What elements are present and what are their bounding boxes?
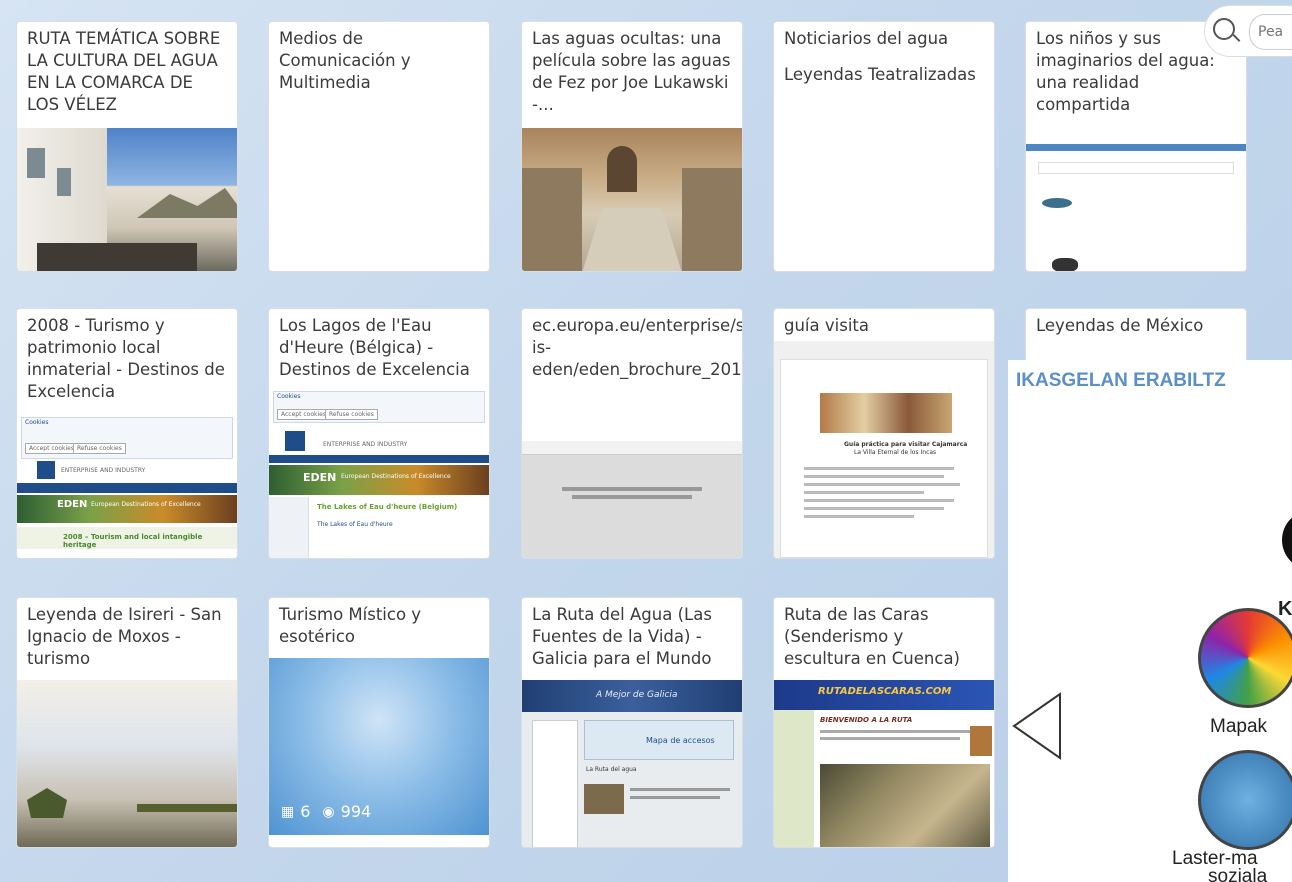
card-thumbnail: A Mejor de Galicia Mapa de accesos La Ru… xyxy=(522,680,742,847)
color-wheel-icon[interactable] xyxy=(1198,608,1292,708)
card-thumbnail: ▦ 6 ◉ 994 xyxy=(269,658,489,835)
cookies-label: Cookies xyxy=(277,393,301,400)
card-thumbnail xyxy=(1026,128,1246,271)
card-eden-brochure[interactable]: ec.europa.eu/enterprise/sectors/tourism/… xyxy=(521,308,743,559)
card-title: guía visita xyxy=(784,316,869,335)
view-count: 994 xyxy=(340,802,372,821)
card-thumbnail xyxy=(522,441,742,558)
card-noticiarios[interactable]: Noticiarios del agua Leyendas Teatraliza… xyxy=(773,21,995,272)
page-subheading: The Lakes of Eau d'heure xyxy=(317,521,393,528)
search-bar[interactable] xyxy=(1204,5,1292,57)
eye-icon: ◉ xyxy=(322,803,335,820)
page-heading: The Lakes of Eau d'heure (Belgium) xyxy=(317,503,458,511)
card-subtitle: Leyendas Teatralizadas xyxy=(784,65,976,84)
card-thumbnail: RUTADELASCARAS.COM BIENVENIDO A LA RUTA xyxy=(774,680,994,847)
cookies-label: Cookies xyxy=(25,419,49,426)
item-count: 6 xyxy=(300,802,311,821)
card-thumbnail: Guía práctica para visitar Cajamarca La … xyxy=(774,341,994,558)
doc-subtitle: La Villa Eternal de los Incas xyxy=(854,449,937,456)
card-title: Leyendas de México xyxy=(1036,316,1204,335)
refuse-cookies-button: Refuse cookies xyxy=(73,443,126,454)
card-title: Los Lagos de l'Eau d'Heure (Bélgica) - D… xyxy=(279,316,470,379)
soziala-label[interactable]: soziala xyxy=(1208,866,1267,882)
card-title: La Ruta del Agua (Las Fuentes de la Vida… xyxy=(532,605,712,668)
orb-letter-k: K xyxy=(1278,598,1292,620)
mapak-label[interactable]: Mapak xyxy=(1210,716,1267,738)
side-overlay: IKASGELAN ERABILTZ K Mapak Laster-ma soz… xyxy=(1008,360,1292,882)
card-title: Noticiarios del agua xyxy=(784,29,949,48)
map-link: Mapa de accesos xyxy=(646,736,715,745)
card-title: Leyenda de Isireri - San Ignacio de Moxo… xyxy=(27,605,222,668)
card-title: Ruta de las Caras (Senderismo y escultur… xyxy=(784,605,960,668)
card-thumbnail: Cookies Accept cookies Refuse cookies EN… xyxy=(269,389,489,558)
eden-logo: EDEN xyxy=(303,471,337,484)
card-ruta-agua-galicia[interactable]: La Ruta del Agua (Las Fuentes de la Vida… xyxy=(521,597,743,848)
card-thumbnail: Cookies Accept cookies Refuse cookies EN… xyxy=(17,415,237,558)
card-title: RUTA TEMÁTICA SOBRE LA CULTURA DEL AGUA … xyxy=(27,29,221,114)
card-thumbnail xyxy=(17,128,237,271)
card-title: Turismo Místico y esotérico xyxy=(279,605,422,646)
overlay-heading: IKASGELAN ERABILTZ xyxy=(1016,370,1226,391)
card-medios-comunicacion[interactable]: Medios de Comunicación y Multimedia xyxy=(268,21,490,272)
card-title: Las aguas ocultas: una película sobre la… xyxy=(532,29,731,114)
card-ninos-imaginarios[interactable]: Los niños y sus imaginarios del agua: un… xyxy=(1025,21,1247,272)
doc-title: Guía práctica para visitar Cajamarca xyxy=(844,441,968,448)
eden-subtitle: European Destinations of Excellence xyxy=(341,473,451,480)
card-stats: ▦ 6 ◉ 994 xyxy=(281,802,371,821)
grid-icon: ▦ xyxy=(281,803,295,820)
search-input[interactable] xyxy=(1249,14,1292,50)
left-arrow-icon[interactable] xyxy=(1010,688,1066,764)
eden-subtitle: European Destinations of Excellence xyxy=(91,501,201,508)
card-thumbnail xyxy=(522,128,742,271)
eden-logo: EDEN xyxy=(57,499,88,510)
card-ruta-caras[interactable]: Ruta de las Caras (Senderismo y escultur… xyxy=(773,597,995,848)
card-guia-visita[interactable]: guía visita Guía práctica para visitar C… xyxy=(773,308,995,559)
card-leyendas-mexico[interactable]: Leyendas de México xyxy=(1025,308,1247,368)
welcome-text: BIENVENIDO A LA RUTA xyxy=(820,716,913,724)
black-orb-icon xyxy=(1282,510,1292,570)
card-lagos-eau-heure[interactable]: Los Lagos de l'Eau d'Heure (Bélgica) - D… xyxy=(268,308,490,559)
section-label: ENTERPRISE AND INDUSTRY xyxy=(61,467,146,474)
card-aguas-ocultas[interactable]: Las aguas ocultas: una película sobre la… xyxy=(521,21,743,272)
brand-text: RUTADELASCARAS.COM xyxy=(818,686,952,697)
brand-text: A Mejor de Galicia xyxy=(596,690,678,700)
accept-cookies-button: Accept cookies xyxy=(277,409,330,420)
card-title: Medios de Comunicación y Multimedia xyxy=(279,29,411,92)
card-title: ec.europa.eu/enterprise/sectors/tourism/… xyxy=(532,316,743,379)
card-turismo-mistico[interactable]: Turismo Místico y esotérico ▦ 6 ◉ 994 xyxy=(268,597,490,848)
banner-text: 2008 – Tourism and local intangible heri… xyxy=(63,533,203,549)
card-turismo-patrimonio[interactable]: 2008 - Turismo y patrimonio local inmate… xyxy=(16,308,238,559)
section-heading: La Ruta del agua xyxy=(586,766,637,773)
card-thumbnail xyxy=(17,680,237,847)
section-label: ENTERPRISE AND INDUSTRY xyxy=(323,441,408,448)
refuse-cookies-button: Refuse cookies xyxy=(325,409,378,420)
card-ruta-tematica[interactable]: RUTA TEMÁTICA SOBRE LA CULTURA DEL AGUA … xyxy=(16,21,238,272)
social-icons-orb[interactable] xyxy=(1198,750,1292,850)
accept-cookies-button: Accept cookies xyxy=(25,443,78,454)
card-leyenda-isireri[interactable]: Leyenda de Isireri - San Ignacio de Moxo… xyxy=(16,597,238,848)
card-title: 2008 - Turismo y patrimonio local inmate… xyxy=(27,316,225,401)
